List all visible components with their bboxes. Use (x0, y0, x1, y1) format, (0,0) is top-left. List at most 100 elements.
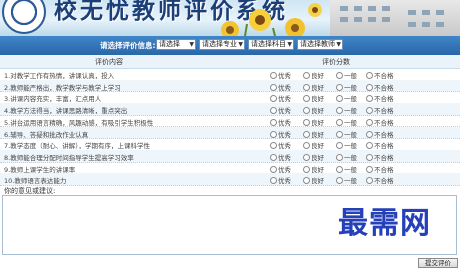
rating-option[interactable]: 不合格 (366, 82, 394, 92)
rating-option[interactable]: 良好 (303, 105, 324, 115)
rating-option[interactable]: 不合格 (366, 70, 394, 80)
radio-button[interactable] (303, 165, 310, 173)
radio-button[interactable] (303, 142, 310, 150)
radio-button[interactable] (366, 165, 373, 173)
radio-button[interactable] (270, 107, 277, 115)
rating-label: 不合格 (374, 177, 394, 186)
question-text: 2.教师能严格出，教学教学与教学上学习 (4, 83, 121, 92)
rating-option[interactable]: 不合格 (366, 152, 394, 162)
radio-button[interactable] (303, 153, 310, 161)
rating-option[interactable]: 一般 (336, 140, 357, 150)
radio-button[interactable] (303, 83, 310, 91)
rating-option[interactable]: 不合格 (366, 117, 394, 127)
radio-button[interactable] (270, 83, 277, 91)
rating-option[interactable]: 不合格 (366, 140, 394, 150)
rating-option[interactable]: 优秀 (270, 70, 291, 80)
rating-option[interactable]: 一般 (336, 82, 357, 92)
rating-option[interactable]: 良好 (303, 93, 324, 103)
radio-button[interactable] (270, 165, 277, 173)
rating-option[interactable]: 不合格 (366, 164, 394, 174)
rating-option[interactable]: 良好 (303, 82, 324, 92)
select-subject[interactable]: 请选择科目 ▼ (248, 39, 294, 50)
radio-button[interactable] (270, 153, 277, 161)
rating-option[interactable]: 不合格 (366, 93, 394, 103)
radio-button[interactable] (366, 72, 373, 79)
radio-button[interactable] (336, 83, 343, 91)
chevron-down-icon: ▼ (287, 41, 292, 48)
rating-option[interactable]: 优秀 (270, 105, 291, 115)
rating-option[interactable]: 优秀 (270, 152, 291, 162)
radio-button[interactable] (366, 95, 373, 103)
rating-option[interactable]: 良好 (303, 152, 324, 162)
rating-option[interactable]: 良好 (303, 140, 324, 150)
rating-option[interactable]: 优秀 (270, 140, 291, 150)
radio-button[interactable] (270, 95, 277, 103)
rating-option[interactable]: 一般 (336, 175, 357, 185)
rating-option[interactable]: 良好 (303, 164, 324, 174)
select-major[interactable]: 请选择专业 ▼ (199, 39, 245, 50)
radio-button[interactable] (366, 130, 373, 138)
rating-option[interactable]: 优秀 (270, 164, 291, 174)
rating-option[interactable]: 良好 (303, 117, 324, 127)
radio-button[interactable] (303, 177, 310, 185)
question-text: 5.讲台运用语言精确，风趣动感，有吸引学生积极性 (4, 118, 154, 127)
radio-button[interactable] (336, 95, 343, 103)
submit-button[interactable]: 提交评价 (418, 258, 458, 268)
radio-button[interactable] (366, 153, 373, 161)
rating-option[interactable]: 良好 (303, 129, 324, 139)
filter-label: 请选择评价信息: (100, 41, 156, 50)
rating-option[interactable]: 良好 (303, 70, 324, 80)
radio-button[interactable] (270, 142, 277, 150)
question-text: 8.教师能合理分配时间指导学生提高学习效率 (4, 153, 134, 162)
radio-button[interactable] (366, 107, 373, 115)
radio-button[interactable] (366, 83, 373, 91)
radio-button[interactable] (303, 130, 310, 138)
radio-button[interactable] (270, 118, 277, 126)
radio-button[interactable] (366, 177, 373, 185)
radio-button[interactable] (366, 118, 373, 126)
watermark: 最需网 (338, 206, 431, 241)
rating-option[interactable]: 不合格 (366, 175, 394, 185)
rating-label: 良好 (311, 177, 324, 186)
rating-label: 优秀 (278, 177, 291, 186)
table-header: 评价内容 评价分数 (0, 55, 460, 69)
radio-button[interactable] (303, 72, 310, 79)
radio-button[interactable] (336, 118, 343, 126)
radio-button[interactable] (336, 142, 343, 150)
rating-option[interactable]: 不合格 (366, 105, 394, 115)
radio-button[interactable] (336, 153, 343, 161)
radio-button[interactable] (303, 107, 310, 115)
question-text: 10.教师语言表达能力 (4, 177, 67, 186)
header-score: 评价分数 (322, 58, 350, 66)
rating-option[interactable]: 一般 (336, 70, 357, 80)
radio-button[interactable] (366, 142, 373, 150)
radio-button[interactable] (270, 130, 277, 138)
rating-option[interactable]: 一般 (336, 152, 357, 162)
select-class[interactable]: 请选择 ▼ (156, 39, 196, 50)
rating-option[interactable]: 优秀 (270, 82, 291, 92)
radio-button[interactable] (336, 130, 343, 138)
rating-option[interactable]: 优秀 (270, 93, 291, 103)
rating-option[interactable]: 一般 (336, 117, 357, 127)
radio-button[interactable] (303, 118, 310, 126)
radio-button[interactable] (270, 177, 277, 185)
rating-option[interactable]: 一般 (336, 105, 357, 115)
radio-button[interactable] (270, 72, 277, 79)
rating-option[interactable]: 良好 (303, 175, 324, 185)
chevron-down-icon: ▼ (189, 41, 194, 48)
radio-button[interactable] (336, 177, 343, 185)
rating-option[interactable]: 优秀 (270, 175, 291, 185)
rating-option[interactable]: 优秀 (270, 117, 291, 127)
question-text: 9.教师上课学生的讲课率 (4, 165, 76, 174)
rating-option[interactable]: 一般 (336, 129, 357, 139)
radio-button[interactable] (336, 165, 343, 173)
rating-option[interactable]: 一般 (336, 164, 357, 174)
select-teacher[interactable]: 请选择教师 ▼ (297, 39, 343, 50)
radio-button[interactable] (336, 72, 343, 79)
radio-button[interactable] (303, 95, 310, 103)
rating-option[interactable]: 不合格 (366, 129, 394, 139)
rating-option[interactable]: 一般 (336, 93, 357, 103)
rating-option[interactable]: 优秀 (270, 129, 291, 139)
question-text: 6.辅导、答疑和批改作业认真 (4, 130, 89, 139)
radio-button[interactable] (336, 107, 343, 115)
